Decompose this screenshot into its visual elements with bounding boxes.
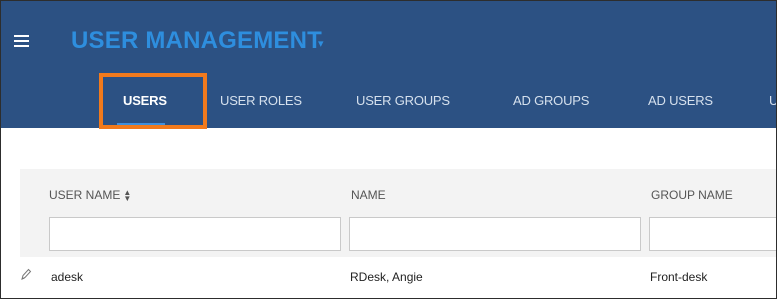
sort-icon[interactable]: ▲ ▼: [123, 188, 131, 202]
column-header-group-name[interactable]: GROUP NAME: [651, 188, 733, 202]
tab-ad-groups[interactable]: AD GROUPS: [513, 93, 589, 108]
user-name-filter-input[interactable]: [49, 217, 341, 251]
name-filter-input[interactable]: [349, 217, 641, 251]
column-label: USER NAME: [49, 188, 121, 202]
group-name-filter-input[interactable]: [649, 217, 776, 251]
column-header-user-name[interactable]: USER NAME ▲ ▼: [49, 188, 131, 202]
pencil-icon[interactable]: [20, 267, 32, 281]
table-header: USER NAME ▲ ▼ NAME GROUP NAME: [20, 169, 776, 257]
cell-group-name: Front-desk: [650, 270, 708, 284]
tab-ad-users[interactable]: AD USERS: [648, 93, 713, 108]
callout-highlight-box: [99, 73, 207, 129]
page-title[interactable]: USER MANAGEMENT: [71, 27, 322, 55]
hamburger-menu-icon[interactable]: [14, 35, 29, 47]
tab-overflow[interactable]: U: [769, 93, 776, 108]
app-window: USER MANAGEMENT ▾ USERS USER ROLES USER …: [0, 0, 777, 299]
cell-user-name: adesk: [51, 270, 84, 284]
chevron-down-icon[interactable]: ▾: [318, 37, 324, 50]
cell-name: RDesk, Angie: [350, 270, 423, 284]
column-header-name[interactable]: NAME: [351, 188, 386, 202]
tab-user-groups[interactable]: USER GROUPS: [356, 93, 450, 108]
tab-user-roles[interactable]: USER ROLES: [220, 93, 302, 108]
